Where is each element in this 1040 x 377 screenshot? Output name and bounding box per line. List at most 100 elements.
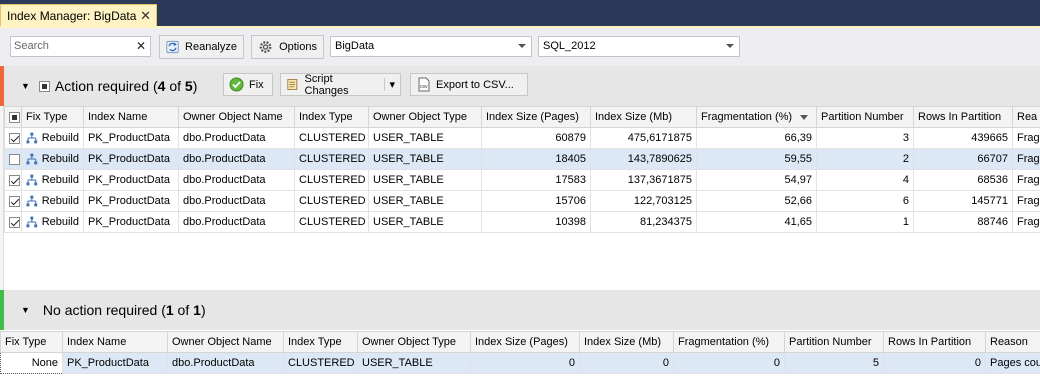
col-header[interactable]: Partition Number — [784, 331, 884, 353]
row-checkbox[interactable] — [9, 195, 20, 207]
cell-index: PK_ProductData — [83, 169, 179, 191]
col-header[interactable]: Rows In Partition — [883, 331, 986, 353]
cell-pages: 0 — [470, 352, 580, 374]
cell-reason: Frag — [1012, 127, 1040, 149]
table-row[interactable]: Rebuild PK_ProductData dbo.ProductData CLUS… — [4, 169, 1040, 191]
cell-itype: CLUSTERED — [294, 169, 369, 191]
col-header[interactable]: Index Type — [283, 331, 358, 353]
col-header[interactable]: Owner Object Name — [167, 331, 284, 353]
fix-type: Rebuild — [26, 153, 79, 165]
col-header[interactable]: Fix Type — [21, 106, 84, 128]
col-header[interactable]: Owner Object Type — [368, 106, 482, 128]
table-header-row: Fix Type Index Name Owner Object Name In… — [0, 331, 1040, 353]
cell-mb: 137,3671875 — [590, 169, 697, 191]
col-header[interactable]: Index Type — [294, 106, 369, 128]
cell-rows: 439665 — [913, 127, 1013, 149]
tab-bar: Index Manager: BigData ✕ — [0, 0, 1040, 27]
export-csv-button[interactable]: csv Export to CSV... — [410, 73, 528, 96]
fix-type-label: Rebuild — [41, 195, 79, 207]
col-header[interactable]: Index Size (Mb) — [579, 331, 674, 353]
col-header[interactable]: Index Size (Pages) — [481, 106, 591, 128]
group-title: Action required (4 of 5) — [55, 78, 197, 94]
cell-otype: USER_TABLE — [368, 211, 482, 233]
script-changes-button[interactable]: Script Changes ▾ — [280, 73, 401, 97]
row-checkbox-cell[interactable] — [4, 211, 22, 233]
collapse-icon[interactable]: ▼ — [21, 81, 30, 91]
cell-pages: 15706 — [481, 190, 591, 212]
col-header[interactable]: Rows In Partition — [913, 106, 1013, 128]
cell-mb: 475,6171875 — [590, 127, 697, 149]
col-header[interactable]: Fix Type — [0, 331, 63, 353]
table-row[interactable]: Rebuild PK_ProductData dbo.ProductData CLUS… — [4, 127, 1040, 149]
row-checkbox[interactable] — [9, 153, 20, 165]
database-select[interactable]: BigData — [330, 36, 532, 57]
options-button[interactable]: Options — [251, 35, 324, 59]
fix-type: Rebuild — [26, 132, 79, 144]
fix-type-label: Rebuild — [41, 153, 79, 165]
table-row[interactable]: Rebuild PK_ProductData dbo.ProductData CLUS… — [4, 190, 1040, 212]
row-checkbox-cell[interactable] — [4, 190, 22, 212]
script-icon — [287, 79, 298, 90]
col-header[interactable]: Partition Number — [816, 106, 914, 128]
cell-index: PK_ProductData — [83, 211, 179, 233]
cell-part: 2 — [816, 148, 914, 170]
header-checkbox-cell[interactable] — [4, 106, 22, 128]
table-row[interactable]: Rebuild PK_ProductData dbo.ProductData CLUS… — [4, 148, 1040, 170]
group-of: of — [173, 302, 194, 318]
col-header[interactable]: Index Name — [83, 106, 179, 128]
table-row[interactable]: None PK_ProductData dbo.ProductData CLUSTER… — [0, 352, 1040, 374]
cell-part: 4 — [816, 169, 914, 191]
close-icon[interactable]: ✕ — [140, 8, 151, 24]
cell-otype: USER_TABLE — [368, 169, 482, 191]
cell-otype: USER_TABLE — [368, 190, 482, 212]
collapse-icon[interactable]: ▼ — [21, 305, 30, 315]
cell-frag: 54,97 — [696, 169, 817, 191]
header-checkbox[interactable] — [9, 111, 20, 123]
search-placeholder: Search — [14, 40, 49, 52]
col-header[interactable]: Index Size (Mb) — [590, 106, 697, 128]
fix-button[interactable]: Fix — [223, 73, 273, 96]
row-checkbox[interactable] — [9, 174, 20, 186]
cell-frag: 0 — [673, 352, 785, 374]
col-header[interactable]: Owner Object Name — [178, 106, 295, 128]
row-checkbox-cell[interactable] — [4, 169, 22, 191]
action-required-header: ▼ Action required (4 of 5) Fix Script Ch… — [4, 66, 1040, 106]
search-clear-icon[interactable]: ✕ — [136, 37, 146, 56]
cell-itype: CLUSTERED — [283, 352, 358, 374]
col-header-label: Fragmentation (%) — [701, 111, 793, 123]
cell-fix: Rebuild — [21, 190, 84, 212]
tab-index-manager[interactable]: Index Manager: BigData ✕ — [0, 4, 157, 27]
database-value: BigData — [335, 40, 375, 52]
group-of: of — [165, 78, 185, 94]
col-header[interactable]: Reason — [985, 331, 1040, 353]
server-select[interactable]: SQL_2012 — [538, 36, 740, 57]
col-header[interactable]: Index Name — [62, 331, 168, 353]
cell-frag: 52,66 — [696, 190, 817, 212]
col-header[interactable]: Index Size (Pages) — [470, 331, 580, 353]
col-header[interactable]: Owner Object Type — [357, 331, 471, 353]
col-header[interactable]: Rea — [1012, 106, 1040, 128]
row-checkbox-cell[interactable] — [4, 148, 22, 170]
cell-pages: 10398 — [481, 211, 591, 233]
cell-rows: 0 — [883, 352, 986, 374]
cell-rows: 68536 — [913, 169, 1013, 191]
row-checkbox-cell[interactable] — [4, 127, 22, 149]
chevron-down-icon — [726, 44, 734, 48]
cell-owner: dbo.ProductData — [178, 190, 295, 212]
col-header[interactable]: Fragmentation (%) — [673, 331, 785, 353]
search-input[interactable]: Search ✕ — [10, 36, 151, 57]
select-all-checkbox[interactable] — [38, 80, 50, 92]
table-row[interactable]: Rebuild PK_ProductData dbo.ProductData CLUS… — [4, 211, 1040, 233]
col-header-fragmentation[interactable]: Fragmentation (%) — [696, 106, 817, 128]
fix-type-label: Rebuild — [41, 132, 79, 144]
cell-part: 3 — [816, 127, 914, 149]
group-count: 1 — [165, 302, 174, 318]
row-checkbox[interactable] — [9, 216, 20, 228]
script-dropdown-chevron-icon[interactable]: ▾ — [384, 78, 395, 91]
cell-otype: USER_TABLE — [368, 148, 482, 170]
cell-mb: 81,234375 — [590, 211, 697, 233]
row-checkbox[interactable] — [9, 132, 20, 144]
reanalyze-button[interactable]: Reanalyze — [159, 35, 244, 59]
index-tree-icon — [26, 174, 38, 186]
refresh-icon — [166, 40, 179, 54]
